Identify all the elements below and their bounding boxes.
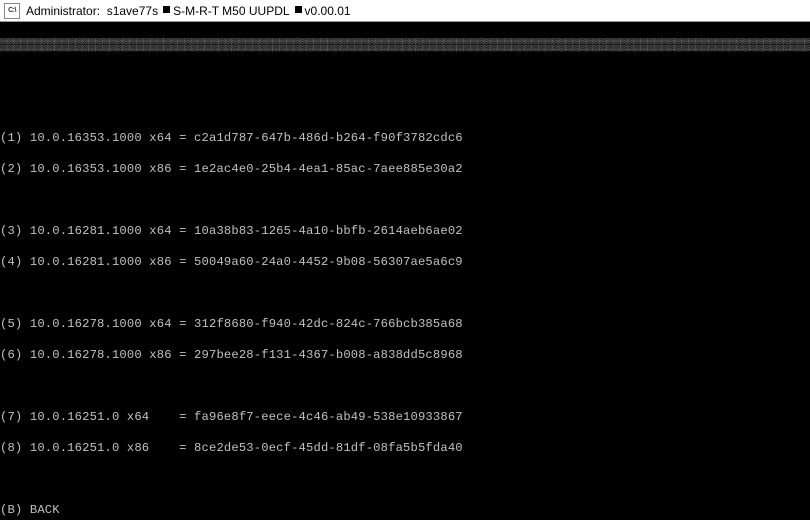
menu-item-2: (2) 10.0.16353.1000 x86 = 1e2ac4e0-25b4-…	[0, 162, 810, 178]
title-version: v0.00.01	[305, 4, 351, 18]
title-prefix: Administrator:	[26, 4, 100, 18]
title-app: S-M-R-T M50 UUPDL	[173, 4, 289, 18]
square-separator-icon	[295, 6, 302, 13]
blank-line	[0, 100, 810, 116]
menu-item-7: (7) 10.0.16251.0 x64 = fa96e8f7-eece-4c4…	[0, 410, 810, 426]
menu-item-5: (5) 10.0.16278.1000 x64 = 312f8680-f940-…	[0, 317, 810, 333]
divider-line: ▒▒▒▒▒▒▒▒▒▒▒▒▒▒▒▒▒▒▒▒▒▒▒▒▒▒▒▒▒▒▒▒▒▒▒▒▒▒▒▒…	[0, 38, 810, 54]
blank-line	[0, 193, 810, 209]
cmd-icon: C:\	[4, 3, 20, 19]
square-separator-icon	[163, 6, 170, 13]
menu-item-1: (1) 10.0.16353.1000 x64 = c2a1d787-647b-…	[0, 131, 810, 147]
console-area[interactable]: ▒▒▒▒▒▒▒▒▒▒▒▒▒▒▒▒▒▒▒▒▒▒▒▒▒▒▒▒▒▒▒▒▒▒▒▒▒▒▒▒…	[0, 22, 810, 520]
blank-line	[0, 286, 810, 302]
menu-item-6: (6) 10.0.16278.1000 x86 = 297bee28-f131-…	[0, 348, 810, 364]
title-user	[100, 4, 107, 18]
menu-item-8: (8) 10.0.16251.0 x86 = 8ce2de53-0ecf-45d…	[0, 441, 810, 457]
title-user-val: s1ave77s	[107, 4, 158, 18]
blank-line	[0, 472, 810, 488]
menu-item-3: (3) 10.0.16281.1000 x64 = 10a38b83-1265-…	[0, 224, 810, 240]
blank-line	[0, 69, 810, 85]
window-titlebar: C:\ Administrator: s1ave77s S-M-R-T M50 …	[0, 0, 810, 22]
menu-item-back: (B) BACK	[0, 503, 810, 519]
blank-line	[0, 379, 810, 395]
menu-item-4: (4) 10.0.16281.1000 x86 = 50049a60-24a0-…	[0, 255, 810, 271]
